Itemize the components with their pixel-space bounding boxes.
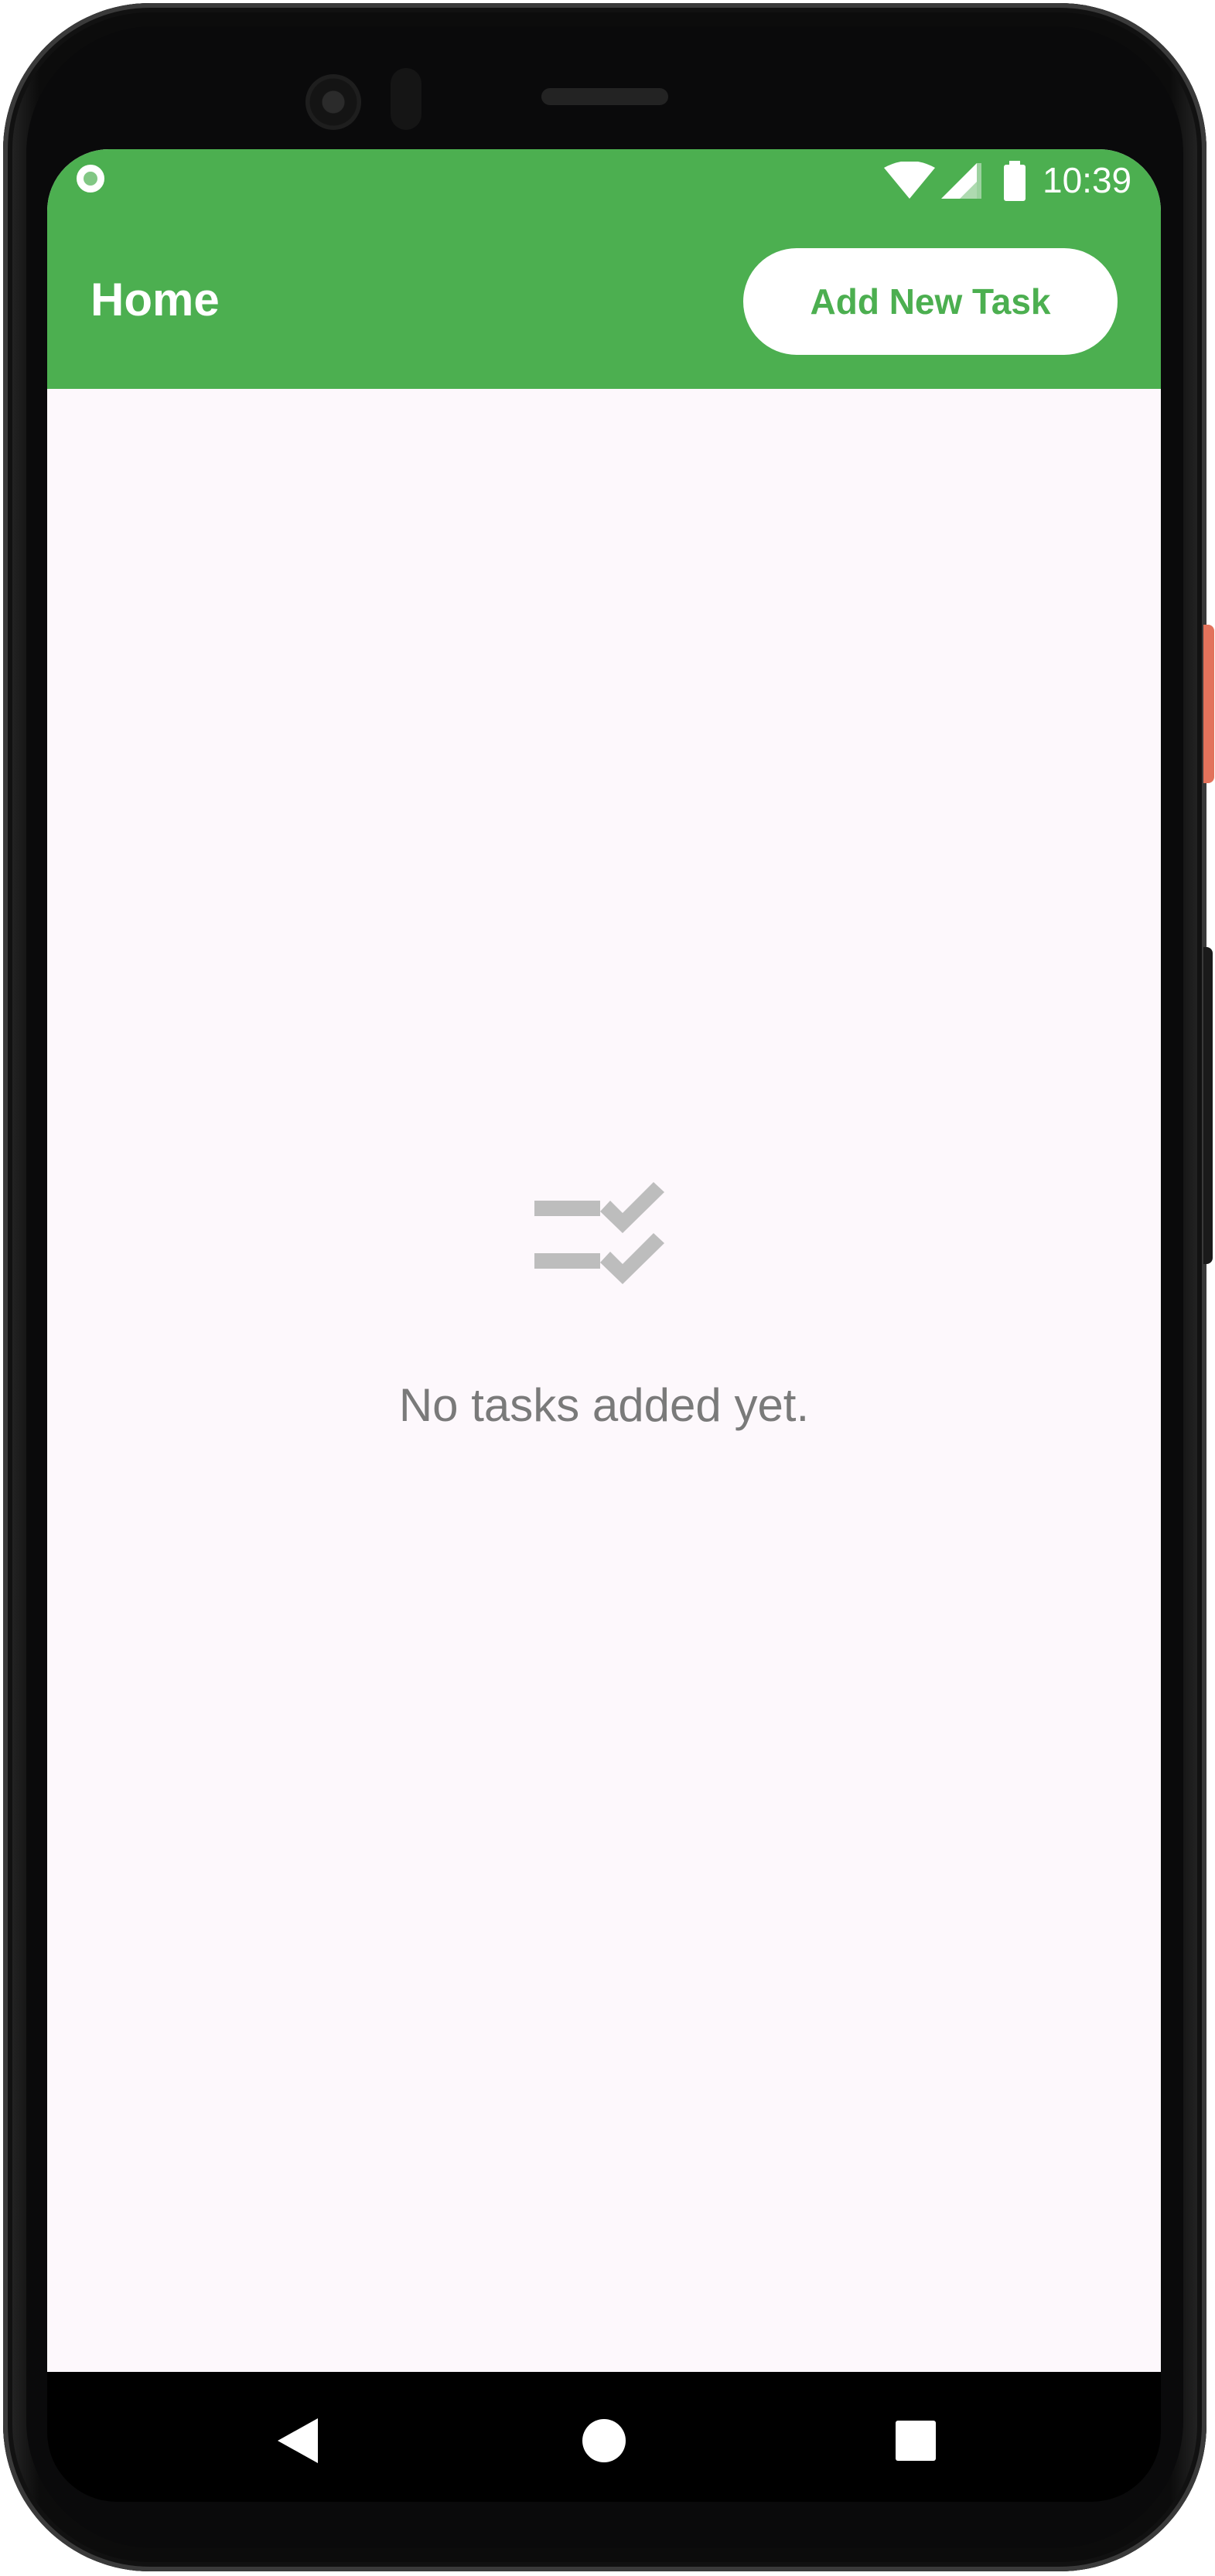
page-title: Home [90, 274, 220, 325]
cellular-signal-icon [941, 163, 981, 199]
status-icons [882, 161, 1031, 201]
app-bar: 10:39 Home Add New Task [47, 149, 1161, 389]
device-frame: 10:39 Home Add New Task No tasks added y… [0, 0, 1215, 2576]
add-new-task-button[interactable]: Add New Task [743, 248, 1118, 355]
app-notification-icon [77, 165, 104, 193]
system-nav-bar [47, 2372, 1161, 2502]
recents-icon[interactable] [889, 2414, 943, 2468]
battery-icon [1004, 161, 1026, 201]
earpiece-speaker [541, 88, 668, 105]
empty-state: No tasks added yet. [47, 1177, 1161, 1433]
screen: 10:39 Home Add New Task No tasks added y… [47, 149, 1161, 2372]
checklist-icon [534, 1182, 664, 1284]
front-camera [305, 74, 361, 130]
back-icon[interactable] [271, 2414, 326, 2468]
status-bar: 10:39 [47, 149, 1161, 213]
status-time: 10:39 [1043, 160, 1132, 200]
volume-button [1203, 947, 1213, 1264]
power-button [1203, 625, 1214, 783]
proximity-sensor [391, 68, 421, 130]
home-icon[interactable] [577, 2414, 631, 2468]
empty-state-message: No tasks added yet. [398, 1379, 810, 1431]
wifi-icon [884, 162, 935, 199]
